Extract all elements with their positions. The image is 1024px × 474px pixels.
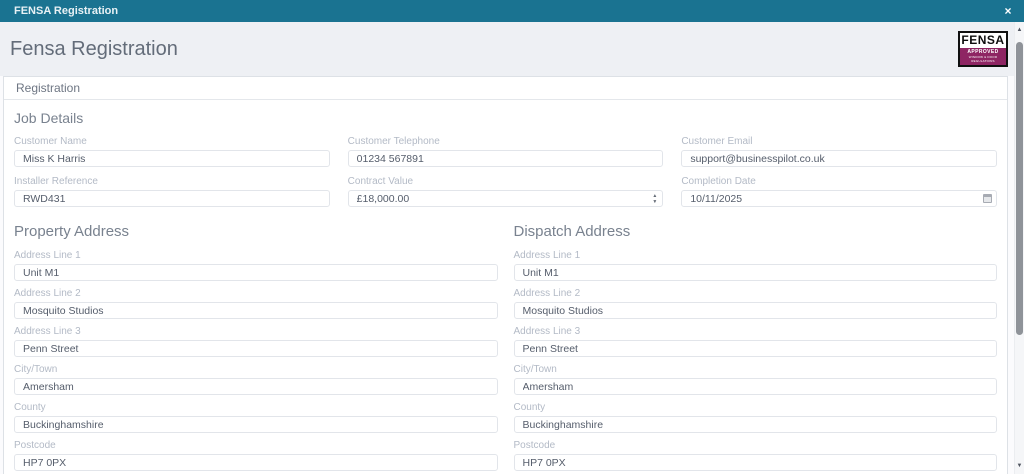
property-address-line3-label: Address Line 3 (14, 326, 81, 337)
page-title: Fensa Registration (10, 37, 178, 60)
dispatch-county-input[interactable] (513, 416, 997, 433)
installer-reference-field-group: Installer Reference (14, 176, 330, 207)
content-area: Registration Job Details Customer Name C… (0, 76, 1024, 474)
property-address-section: Property Address Address Line 1 Address … (14, 207, 498, 474)
close-icon[interactable]: × (1000, 0, 1016, 22)
registration-card-header: Registration (4, 77, 1007, 100)
dispatch-postcode-group: Postcode (513, 440, 997, 471)
property-address-line1-group: Address Line 1 (14, 250, 498, 281)
property-city-input[interactable] (14, 378, 498, 395)
customer-name-input[interactable] (14, 150, 330, 167)
customer-email-label: Customer Email (681, 136, 753, 147)
dispatch-postcode-label: Postcode (513, 440, 556, 451)
contract-value-spinner: ▲ ▼ (648, 191, 661, 206)
property-address-line2-group: Address Line 2 (14, 288, 498, 319)
completion-date-input-wrap (681, 190, 997, 207)
dispatch-address-line1-group: Address Line 1 (513, 250, 997, 281)
property-city-group: City/Town (14, 364, 498, 395)
property-postcode-group: Postcode (14, 440, 498, 471)
property-address-line1-label: Address Line 1 (14, 250, 81, 261)
installer-reference-label: Installer Reference (14, 176, 98, 187)
dispatch-address-line3-input[interactable] (513, 340, 997, 357)
customer-telephone-field-group: Customer Telephone (347, 136, 664, 167)
calendar-icon[interactable] (982, 194, 992, 203)
customer-telephone-label: Customer Telephone (347, 136, 440, 147)
contract-value-input[interactable] (347, 190, 664, 207)
installer-reference-input[interactable] (14, 190, 330, 207)
dispatch-postcode-input[interactable] (513, 454, 997, 471)
dispatch-address-line3-group: Address Line 3 (513, 326, 997, 357)
spinner-down-icon[interactable]: ▼ (652, 199, 657, 205)
fensa-logo-name: FENSA (961, 33, 1005, 47)
scroll-down-icon[interactable]: ▼ (1015, 460, 1024, 472)
customer-email-input[interactable] (681, 150, 997, 167)
property-address-line3-group: Address Line 3 (14, 326, 498, 357)
property-address-line3-input[interactable] (14, 340, 498, 357)
dispatch-county-label: County (513, 402, 546, 413)
property-county-group: County (14, 402, 498, 433)
page-header: Fensa Registration FENSA APPROVED WINDOW… (0, 22, 1024, 76)
dispatch-address-line2-input[interactable] (513, 302, 997, 319)
customer-email-field-group: Customer Email (681, 136, 997, 167)
dispatch-county-group: County (513, 402, 997, 433)
dispatch-city-group: City/Town (513, 364, 997, 395)
scrollbar-thumb[interactable] (1016, 42, 1023, 335)
completion-date-label: Completion Date (681, 176, 756, 187)
property-postcode-input[interactable] (14, 454, 498, 471)
dispatch-city-input[interactable] (513, 378, 997, 395)
property-address-heading: Property Address (14, 223, 130, 240)
window-titlebar: FENSA Registration × (0, 0, 1024, 22)
dispatch-address-line1-label: Address Line 1 (513, 250, 581, 261)
property-address-line2-label: Address Line 2 (14, 288, 81, 299)
fensa-logo-band: APPROVED WINDOW & DOOR REGULATIONS (960, 48, 1006, 65)
fensa-logo: FENSA APPROVED WINDOW & DOOR REGULATIONS (958, 31, 1008, 67)
scrollbar[interactable]: ▲ ▼ (1014, 22, 1024, 474)
property-county-label: County (14, 402, 46, 413)
dispatch-address-section: Dispatch Address Address Line 1 Address … (513, 207, 997, 474)
addresses-grid: Property Address Address Line 1 Address … (14, 207, 997, 474)
contract-value-label: Contract Value (347, 176, 414, 187)
dispatch-address-line1-input[interactable] (513, 264, 997, 281)
dispatch-city-label: City/Town (513, 364, 557, 375)
dispatch-address-line3-label: Address Line 3 (513, 326, 581, 337)
customer-name-label: Customer Name (14, 136, 87, 147)
scroll-up-icon[interactable]: ▲ (1015, 24, 1024, 36)
completion-date-field-group: Completion Date (681, 176, 997, 207)
dispatch-address-line2-group: Address Line 2 (513, 288, 997, 319)
contract-value-field-group: Contract Value ▲ ▼ (347, 176, 664, 207)
window-title: FENSA Registration (14, 5, 119, 17)
registration-card: Registration Job Details Customer Name C… (3, 76, 1008, 474)
customer-name-field-group: Customer Name (14, 136, 330, 167)
job-details-heading: Job Details (14, 110, 84, 126)
dispatch-address-line2-label: Address Line 2 (513, 288, 581, 299)
property-county-input[interactable] (14, 416, 498, 433)
dispatch-address-heading: Dispatch Address (513, 223, 631, 240)
completion-date-input[interactable] (681, 190, 997, 207)
registration-card-body: Job Details Customer Name Customer Telep… (4, 100, 1007, 474)
property-postcode-label: Postcode (14, 440, 56, 451)
customer-telephone-input[interactable] (347, 150, 664, 167)
property-city-label: City/Town (14, 364, 58, 375)
property-address-line2-input[interactable] (14, 302, 498, 319)
contract-value-input-wrap: ▲ ▼ (347, 190, 664, 207)
property-address-line1-input[interactable] (14, 264, 498, 281)
job-details-grid: Customer Name Customer Telephone Custome… (14, 136, 997, 207)
fensa-logo-tagline: WINDOW & DOOR REGULATIONS (968, 55, 998, 63)
